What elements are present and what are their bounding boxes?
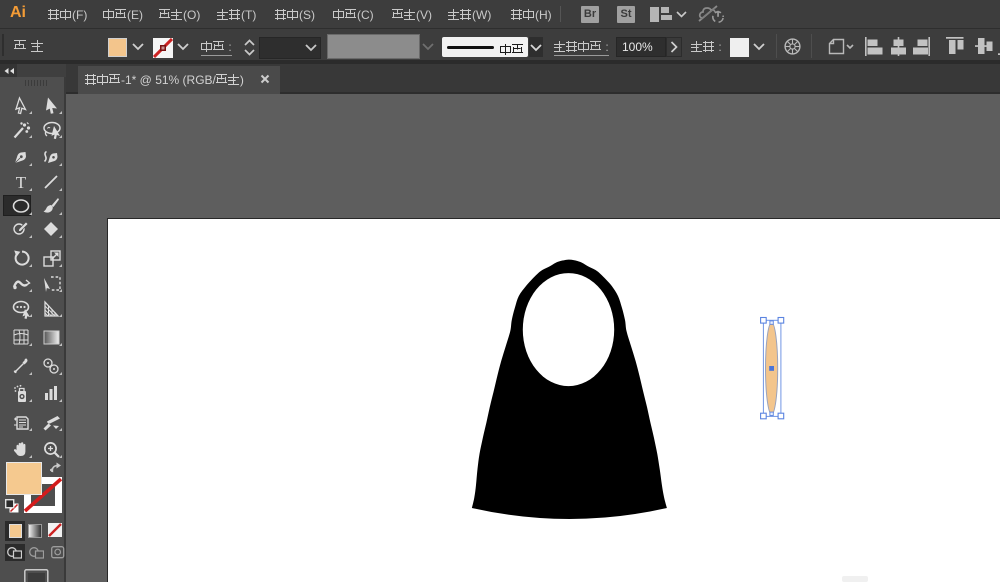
svg-text:T: T — [15, 173, 26, 191]
